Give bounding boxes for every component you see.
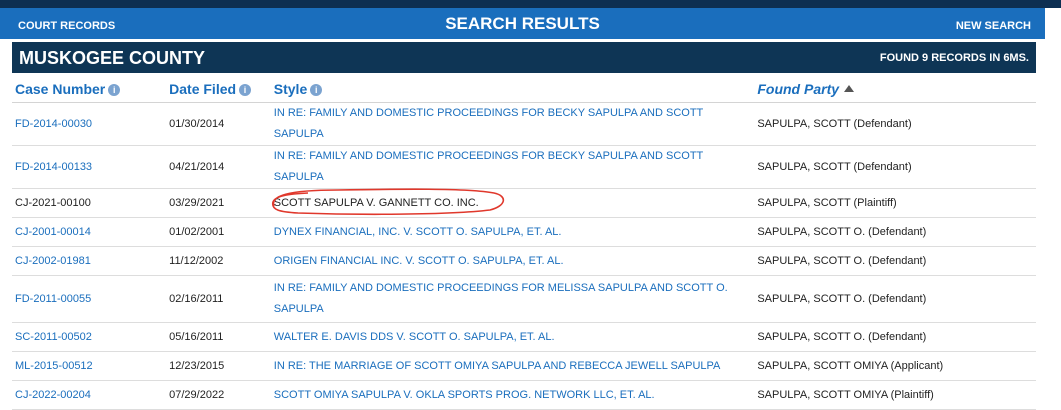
table-row: SC-2011-00502 05/16/2011 WALTER E. DAVIS…: [12, 322, 1036, 352]
date-filed: 03/29/2021: [166, 188, 271, 218]
case-style-link[interactable]: ORIGEN FINANCIAL INC. V. SCOTT O. SAPULP…: [270, 246, 755, 276]
found-party: SAPULPA, SCOTT O. (Defendant): [754, 246, 1036, 276]
red-circle-annotation: [271, 187, 504, 215]
found-party: SAPULPA, SCOTT OMIYA (Applicant): [754, 351, 1036, 381]
date-filed: 02/16/2011: [166, 275, 271, 323]
table-row: ML-2015-00512 12/23/2015 IN RE: THE MARR…: [12, 351, 1036, 381]
column-header-found-party[interactable]: Found Party: [754, 75, 1036, 103]
table-row: FD-2011-00055 02/16/2011 IN RE: FAMILY A…: [12, 275, 1036, 323]
case-number-link[interactable]: FD-2014-00030: [12, 102, 167, 146]
column-label[interactable]: Found Party: [757, 81, 839, 97]
table-row: FD-2014-00133 04/21/2014 IN RE: FAMILY A…: [12, 145, 1036, 189]
table-header-row: Case Number i Date Filed i Style i Found Pa…: [12, 75, 1036, 103]
records-found-count: FOUND 9 RECORDS IN 6MS.: [879, 52, 1029, 64]
column-header-case-number[interactable]: Case Number i: [12, 75, 167, 103]
case-number: CJ-2021-00100: [12, 188, 167, 218]
info-icon[interactable]: i: [239, 83, 252, 96]
case-number-link[interactable]: CJ-2002-01981: [12, 246, 167, 276]
date-filed: 01/02/2001: [166, 217, 271, 247]
date-filed: 05/16/2011: [166, 322, 271, 352]
top-strip: [0, 0, 1061, 8]
found-party: SAPULPA, SCOTT OMIYA (Plaintiff): [754, 380, 1036, 410]
column-header-date-filed[interactable]: Date Filed i: [166, 75, 271, 103]
case-style-link[interactable]: IN RE: FAMILY AND DOMESTIC PROCEEDINGS F…: [270, 145, 755, 189]
results-table: Case Number i Date Filed i Style i Found Pa…: [12, 75, 1036, 410]
date-filed: 04/21/2014: [166, 145, 271, 189]
found-party: SAPULPA, SCOTT O. (Defendant): [754, 217, 1036, 247]
county-bar: MUSKOGEE COUNTY FOUND 9 RECORDS IN 6MS.: [12, 42, 1036, 73]
date-filed: 01/30/2014: [166, 102, 271, 146]
case-number-link[interactable]: FD-2014-00133: [12, 145, 167, 189]
case-style-link[interactable]: IN RE: THE MARRIAGE OF SCOTT OMIYA SAPUL…: [270, 351, 755, 381]
case-number-link[interactable]: CJ-2001-00014: [12, 217, 167, 247]
case-style-link[interactable]: IN RE: FAMILY AND DOMESTIC PROCEEDINGS F…: [270, 275, 755, 323]
column-label[interactable]: Date Filed: [169, 81, 236, 97]
table-row: FD-2014-00030 01/30/2014 IN RE: FAMILY A…: [12, 102, 1036, 146]
county-name: MUSKOGEE COUNTY: [19, 48, 206, 68]
table-row: CJ-2022-00204 07/29/2022 SCOTT OMIYA SAP…: [12, 380, 1036, 410]
sort-ascending-icon[interactable]: [844, 84, 855, 92]
case-number-link[interactable]: FD-2011-00055: [12, 275, 167, 323]
case-style-link[interactable]: SCOTT OMIYA SAPULPA V. OKLA SPORTS PROG.…: [270, 380, 755, 410]
found-party: SAPULPA, SCOTT (Plaintiff): [754, 188, 1036, 218]
found-party: SAPULPA, SCOTT O. (Defendant): [754, 275, 1036, 323]
case-number-link[interactable]: SC-2011-00502: [12, 322, 167, 352]
table-row: CJ-2021-00100 03/29/2021 SCOTT SAPULPA V…: [12, 187, 1036, 218]
case-style-link[interactable]: DYNEX FINANCIAL, INC. V. SCOTT O. SAPULP…: [270, 217, 755, 247]
case-number-link[interactable]: CJ-2022-00204: [12, 380, 167, 410]
date-filed: 07/29/2022: [166, 380, 271, 410]
found-party: SAPULPA, SCOTT O. (Defendant): [754, 322, 1036, 352]
case-style-highlighted: SCOTT SAPULPA V. GANNETT CO. INC.: [271, 187, 504, 215]
date-filed: 12/23/2015: [166, 351, 271, 381]
found-party: SAPULPA, SCOTT (Defendant): [754, 102, 1036, 146]
column-header-style[interactable]: Style i: [270, 75, 755, 103]
table-row: CJ-2001-00014 01/02/2001 DYNEX FINANCIAL…: [12, 217, 1036, 247]
case-style-link[interactable]: IN RE: FAMILY AND DOMESTIC PROCEEDINGS F…: [270, 102, 755, 146]
results-header: COURT RECORDS SEARCH RESULTS NEW SEARCH: [0, 8, 1045, 39]
info-icon[interactable]: i: [310, 83, 323, 96]
info-icon[interactable]: i: [108, 83, 121, 96]
case-style-cell: SCOTT SAPULPA V. GANNETT CO. INC.: [270, 187, 755, 218]
case-number-link[interactable]: ML-2015-00512: [12, 351, 167, 381]
page-title: SEARCH RESULTS: [445, 14, 600, 33]
new-search-link[interactable]: NEW SEARCH: [956, 20, 1031, 32]
column-label[interactable]: Style: [274, 81, 307, 97]
date-filed: 11/12/2002: [166, 246, 271, 276]
table-row: CJ-2002-01981 11/12/2002 ORIGEN FINANCIA…: [12, 246, 1036, 276]
column-label[interactable]: Case Number: [15, 81, 105, 97]
found-party: SAPULPA, SCOTT (Defendant): [754, 145, 1036, 189]
case-style-link[interactable]: WALTER E. DAVIS DDS V. SCOTT O. SAPULPA,…: [270, 322, 755, 352]
